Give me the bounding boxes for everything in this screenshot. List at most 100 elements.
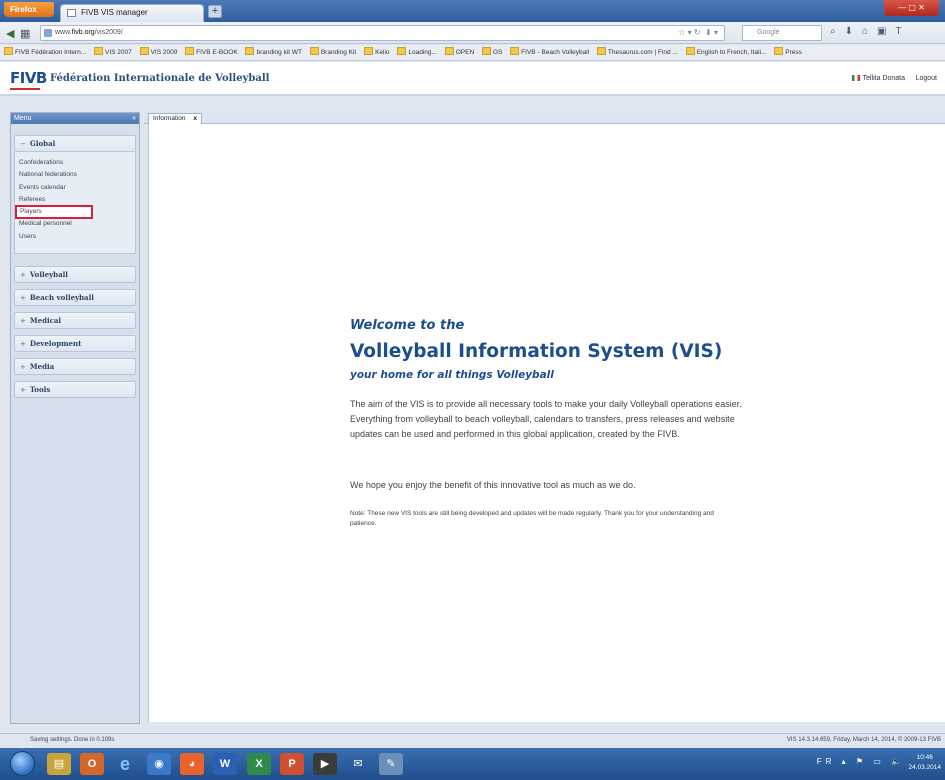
bookmark-item[interactable]: Loading... xyxy=(397,45,437,60)
new-tab-button[interactable]: + xyxy=(208,5,222,18)
tab-information[interactable]: Information x xyxy=(148,113,202,124)
expand-icon: + xyxy=(20,386,26,395)
sidebar-menu: Menu « − Global Confederations National f… xyxy=(10,112,140,724)
user-info[interactable]: Tellita Donata xyxy=(851,75,905,82)
bookmark-item[interactable]: Thesaurus.com | Find ... xyxy=(597,45,678,60)
section-beach-volleyball-label: Beach volleyball xyxy=(29,293,94,303)
bookmark-item[interactable]: Branding Kit xyxy=(310,45,356,60)
bookmark-item[interactable]: VIS 2009 xyxy=(140,45,178,60)
file-explorer-icon[interactable]: ▤ xyxy=(47,753,71,775)
windows-taskbar: ▤ O e ◉ ◕ W X P ▶ ✉ ✎ FR ▴ ⚑ ▭ 🔈 10:46 2… xyxy=(0,748,945,780)
menu-header: Menu « xyxy=(11,113,139,124)
status-bar: Saving settings. Done in 0.109s VIS 14.3… xyxy=(0,733,945,747)
bookmark-item[interactable]: FIVB - Beach Volleyball xyxy=(510,45,589,60)
expand-icon: + xyxy=(20,271,26,280)
logo-underline xyxy=(10,88,40,90)
identity-icon[interactable]: ▦ xyxy=(20,27,30,40)
bookmark-item[interactable]: VIS 2007 xyxy=(94,45,132,60)
expand-icon: + xyxy=(20,317,26,326)
app-header: FIVB Fédération Internationale de Volley… xyxy=(0,62,945,96)
search-placeholder: Google xyxy=(757,29,780,36)
url-bar[interactable]: www.fivb.org/vis2009/ ☆ ▾ ↻ ⬇ ▾ xyxy=(40,25,725,41)
section-media-label: Media xyxy=(29,362,55,372)
collapse-menu-icon[interactable]: « xyxy=(132,113,136,124)
hope-paragraph: We hope you enjoy the benefit of this in… xyxy=(350,480,636,490)
url-path: /vis2009/ xyxy=(94,29,123,36)
close-tab-icon[interactable]: x xyxy=(193,114,197,124)
sidebar-item-national-federations[interactable]: National federations xyxy=(15,169,135,181)
fivb-logo[interactable]: FIVB xyxy=(10,69,47,87)
internet-explorer-icon[interactable]: e xyxy=(113,753,137,775)
toolbar-icons[interactable]: ⌕⬇⌂▣T xyxy=(830,26,911,37)
menu-title: Menu xyxy=(14,115,32,122)
italy-flag-icon xyxy=(851,75,860,81)
tagline: your home for all things Volleyball xyxy=(350,369,554,381)
sidebar-item-medical-personnel[interactable]: Medical personnel xyxy=(15,218,135,230)
bookmark-item[interactable]: Press xyxy=(774,45,802,60)
section-development-label: Development xyxy=(29,339,82,349)
sidebar-item-referees[interactable]: Referees xyxy=(15,194,135,206)
sidebar-item-players[interactable]: Players xyxy=(15,205,93,220)
collapse-icon: − xyxy=(20,140,26,148)
start-button[interactable] xyxy=(10,751,35,776)
section-tools-label: Tools xyxy=(29,385,51,395)
bookmark-star-icon[interactable]: ☆ ▾ ↻ ⬇ ▾ xyxy=(678,26,718,40)
sidebar-item-events-calendar[interactable]: Events calendar xyxy=(15,182,135,194)
excel-icon[interactable]: X xyxy=(247,753,271,775)
section-global-label: Global xyxy=(29,139,56,148)
intro-paragraph: The aim of the VIS is to provide all nec… xyxy=(350,399,742,439)
status-message: Saving settings. Done in 0.109s xyxy=(30,737,115,743)
global-subitems: Confederations National federations Even… xyxy=(14,152,136,255)
browser-tab-title: FIVB VIS manager xyxy=(81,8,148,17)
site-identity-icon xyxy=(44,29,52,37)
system-clock[interactable]: 10:46 24.03.2014 xyxy=(908,753,941,773)
bookmark-item[interactable]: OPEN xyxy=(445,45,474,60)
bookmark-item[interactable]: GS xyxy=(482,45,502,60)
url-prefix: www. xyxy=(55,29,72,36)
bookmark-item[interactable]: English to French, Itali... xyxy=(686,45,767,60)
back-arrow-icon[interactable]: ◀ xyxy=(6,27,14,40)
section-global[interactable]: − Global xyxy=(14,135,136,152)
section-development[interactable]: + Development xyxy=(14,335,136,353)
sidebar-item-confederations[interactable]: Confederations xyxy=(15,157,135,169)
content-tabbar: Information x xyxy=(144,112,945,124)
clock-date: 24.03.2014 xyxy=(908,764,941,771)
paint-icon[interactable]: ✎ xyxy=(379,753,403,775)
sidebar-item-users[interactable]: Users xyxy=(15,231,135,243)
bookmark-item[interactable]: FIVB E-BOOK xyxy=(185,45,238,60)
section-volleyball[interactable]: + Volleyball xyxy=(14,266,136,284)
section-volleyball-label: Volleyball xyxy=(29,270,68,280)
url-domain: fivb.org xyxy=(71,29,95,36)
page-title: Volleyball Information System (VIS) xyxy=(350,341,723,362)
bookmark-item[interactable]: FIVB Fédération Intern... xyxy=(4,45,86,60)
expand-icon: + xyxy=(20,294,26,303)
bookmarks-bar: FIVB Fédération Intern... VIS 2007 VIS 2… xyxy=(0,45,945,61)
search-input[interactable]: Google xyxy=(742,25,822,41)
browser-tab[interactable]: FIVB VIS manager xyxy=(60,4,204,22)
section-tools[interactable]: + Tools xyxy=(14,381,136,399)
firefox-menu-button[interactable]: Firefox xyxy=(4,2,54,17)
powerpoint-icon[interactable]: P xyxy=(280,753,304,775)
page-favicon-icon xyxy=(67,9,76,17)
bookmark-item[interactable]: Kelio xyxy=(364,45,389,60)
firefox-icon[interactable]: ◕ xyxy=(180,753,204,775)
tab-information-label: Information xyxy=(153,115,186,122)
word-icon[interactable]: W xyxy=(213,753,237,775)
section-media[interactable]: + Media xyxy=(14,358,136,376)
section-medical-label: Medical xyxy=(29,316,62,326)
window-controls[interactable]: — ▢ ✕ xyxy=(884,0,939,16)
messenger-icon[interactable]: ✉ xyxy=(346,753,370,775)
system-tray[interactable]: FR ▴ ⚑ ▭ 🔈 xyxy=(817,757,905,766)
bookmark-item[interactable]: branding kit WT xyxy=(245,45,302,60)
browser-navbar: ◀ ▦ www.fivb.org/vis2009/ ☆ ▾ ↻ ⬇ ▾ Goog… xyxy=(0,22,945,44)
section-medical[interactable]: + Medical xyxy=(14,312,136,330)
version-info: VIS 14.3.14.659, Friday, March 14, 2014,… xyxy=(786,737,941,743)
media-player-icon[interactable]: ◉ xyxy=(147,753,171,775)
development-note: Note: These new VIS tools are still bein… xyxy=(350,510,714,527)
section-beach-volleyball[interactable]: + Beach volleyball xyxy=(14,289,136,307)
logout-link[interactable]: Logout xyxy=(916,75,937,82)
outlook-icon[interactable]: O xyxy=(80,753,104,775)
terminal-icon[interactable]: ▶ xyxy=(313,753,337,775)
organization-name: Fédération Internationale de Volleyball xyxy=(50,73,270,84)
browser-titlebar: Firefox FIVB VIS manager + — ▢ ✕ xyxy=(0,0,945,22)
